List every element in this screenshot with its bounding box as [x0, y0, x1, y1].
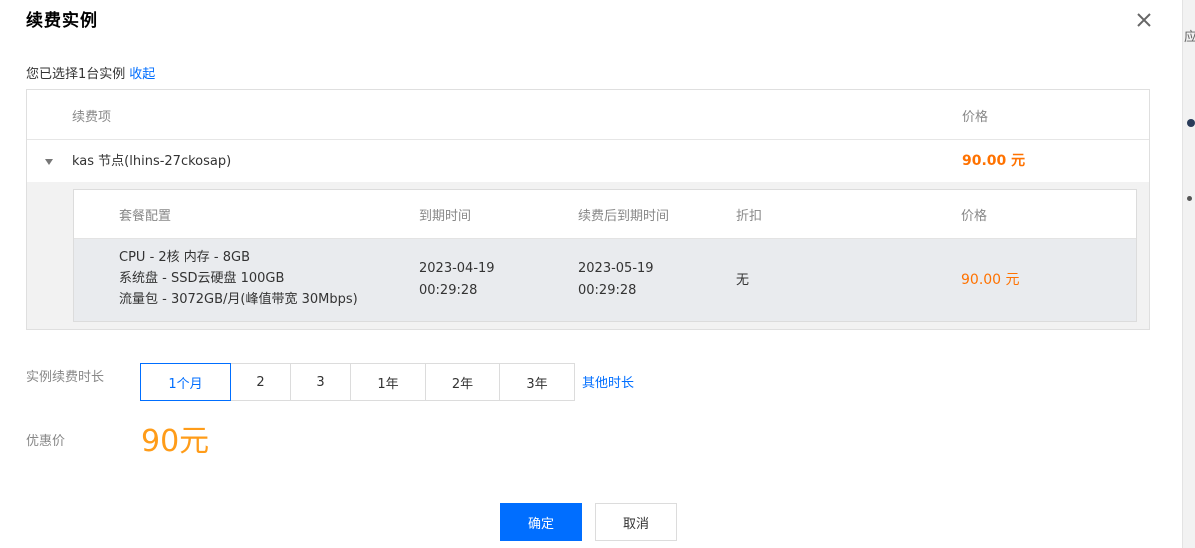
other-duration-link[interactable]: 其他时长 — [582, 372, 634, 391]
after-renew-expire-time: 2023-05-19 00:29:28 — [578, 258, 654, 302]
expanded-detail-area: 套餐配置 到期时间 续费后到期时间 折扣 价格 CPU - 2核 内存 - 8G… — [27, 182, 1149, 329]
header-after-renew-expire: 续费后到期时间 — [578, 209, 670, 224]
header-package-config: 套餐配置 — [119, 209, 172, 224]
expire-date-text: 2023-04-19 — [419, 261, 495, 276]
renew-instance-dialog: 续费实例 您已选择1台实例 收起 续费项 价格 kas 节点(lhins-27ck… — [0, 0, 1182, 548]
config-traffic-package: 流量包 - 3072GB/月(峰值带宽 30Mbps) — [119, 292, 358, 307]
background-text: 应用 — [1184, 26, 1195, 45]
header-discount: 折扣 — [736, 209, 763, 224]
discount-price-label: 优惠价 — [26, 434, 66, 449]
config-system-disk: 系统盘 - SSD云硬盘 100GB — [119, 271, 285, 286]
instance-name: kas 节点(lhins-27ckosap) — [72, 154, 232, 169]
renew-duration-label: 实例续费时长 — [26, 370, 105, 385]
background-dot-small — [1187, 196, 1192, 201]
discount-value: 无 — [736, 273, 750, 288]
package-detail-table: 套餐配置 到期时间 续费后到期时间 折扣 价格 CPU - 2核 内存 - 8G… — [73, 189, 1137, 322]
cancel-button[interactable]: 取消 — [595, 503, 677, 541]
after-date-text: 2023-05-19 — [578, 261, 654, 276]
duration-option-1-year[interactable]: 1年 — [350, 363, 426, 401]
collapse-link[interactable]: 收起 — [129, 67, 155, 82]
after-clock-text: 00:29:28 — [578, 283, 637, 298]
header-expire-time: 到期时间 — [419, 209, 472, 224]
header-price: 价格 — [962, 110, 989, 125]
renew-duration-selector: 1个月 2 3 1年 2年 3年 — [140, 363, 575, 401]
confirm-button[interactable]: 确定 — [500, 503, 582, 541]
header-renew-item: 续费项 — [72, 110, 112, 125]
duration-option-3-year[interactable]: 3年 — [499, 363, 575, 401]
duration-option-1-month[interactable]: 1个月 — [140, 363, 231, 401]
discount-price-value: 90元 — [141, 424, 210, 459]
close-icon[interactable] — [1133, 9, 1155, 31]
background-dot — [1187, 119, 1195, 127]
background-page-edge: 应用 — [1182, 0, 1195, 548]
selected-instances-line: 您已选择1台实例 收起 — [26, 63, 155, 82]
instance-price: 90.00 元 — [962, 153, 1026, 169]
duration-option-2[interactable]: 2 — [230, 363, 291, 401]
header-price: 价格 — [961, 209, 988, 224]
caret-down-icon[interactable] — [45, 159, 53, 165]
table-row: kas 节点(lhins-27ckosap) 90.00 元 — [27, 140, 1149, 182]
package-config: CPU - 2核 内存 - 8GB 系统盘 - SSD云硬盘 100GB 流量包… — [119, 247, 358, 310]
config-cpu-memory: CPU - 2核 内存 - 8GB — [119, 250, 251, 265]
duration-option-2-year[interactable]: 2年 — [425, 363, 500, 401]
renew-items-header: 续费项 价格 — [27, 90, 1149, 140]
duration-option-3[interactable]: 3 — [290, 363, 351, 401]
dialog-title: 续费实例 — [26, 11, 98, 31]
renew-items-table: 续费项 价格 kas 节点(lhins-27ckosap) 90.00 元 套餐… — [26, 89, 1150, 330]
expire-clock-text: 00:29:28 — [419, 283, 478, 298]
package-price: 90.00 元 — [961, 272, 1020, 288]
selected-count-text: 您已选择1台实例 — [26, 67, 126, 82]
package-detail-header: 套餐配置 到期时间 续费后到期时间 折扣 价格 — [74, 190, 1136, 239]
table-row: CPU - 2核 内存 - 8GB 系统盘 - SSD云硬盘 100GB 流量包… — [74, 239, 1136, 321]
expire-time: 2023-04-19 00:29:28 — [419, 258, 495, 302]
